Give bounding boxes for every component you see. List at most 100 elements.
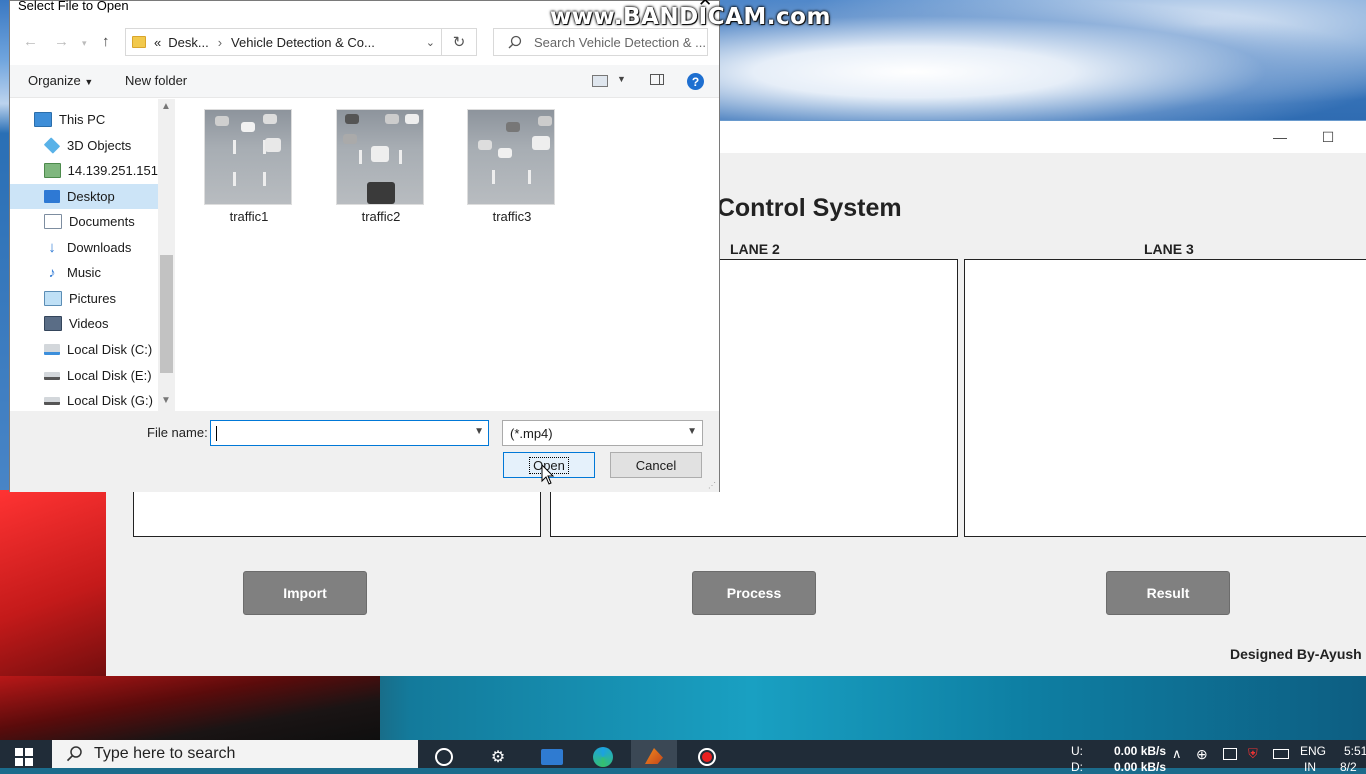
scroll-down-icon[interactable]: ▼	[161, 395, 171, 406]
search-input[interactable]: Search Vehicle Detection & ...	[493, 28, 708, 56]
text-caret	[216, 426, 217, 441]
nav-videos[interactable]: Videos	[10, 311, 158, 336]
chevron-up-icon[interactable]: ∧	[1172, 746, 1182, 762]
chevron-down-icon[interactable]: ⌄	[426, 36, 435, 49]
device-icon[interactable]	[1223, 748, 1237, 760]
nav-music[interactable]: ♪ Music	[10, 260, 158, 285]
file-item[interactable]: traffic1	[204, 109, 294, 224]
nav-desktop[interactable]: Desktop	[10, 184, 158, 209]
minimize-icon: —	[1273, 129, 1287, 145]
maximize-icon: ☐	[1321, 128, 1335, 145]
help-icon[interactable]: ?	[687, 73, 704, 90]
search-placeholder: Search Vehicle Detection & ...	[534, 34, 706, 50]
taskbar-search-placeholder: Type here to search	[94, 745, 236, 762]
language-region: IN	[1304, 760, 1316, 774]
dialog-toolbar: Organize ▼ New folder ▼ ?	[10, 65, 719, 98]
nav-scrollbar-thumb[interactable]	[160, 255, 173, 373]
taskbar: Type here to search ⚙ U: D: 0.00 kB/s 0.…	[0, 740, 1366, 774]
chevron-down-icon: ▼	[687, 426, 697, 437]
record-icon[interactable]	[696, 746, 718, 768]
windows-start-icon[interactable]	[14, 747, 34, 767]
security-icon[interactable]: ⛨	[1248, 746, 1258, 762]
scroll-up-icon[interactable]: ▲	[161, 101, 171, 112]
view-options-icon[interactable]	[592, 75, 608, 87]
wallpaper-car-bottom	[0, 676, 380, 740]
preview-pane-icon[interactable]	[650, 74, 664, 85]
video-thumbnail	[467, 109, 555, 205]
file-item[interactable]: traffic3	[467, 109, 557, 224]
nav-downloads[interactable]: ↓ Downloads	[10, 235, 158, 260]
app-title: c Control System	[696, 194, 902, 222]
nav-3d-objects[interactable]: 3D Objects	[10, 133, 158, 158]
lane-3-label: LANE 3	[1144, 241, 1194, 257]
computer-icon	[34, 112, 52, 127]
result-button[interactable]: Result	[1106, 571, 1230, 615]
clock-date: 8/2	[1340, 760, 1357, 774]
file-name-label: File name:	[147, 425, 208, 440]
file-item[interactable]: traffic2	[336, 109, 426, 224]
nav-local-disk-c[interactable]: Local Disk (C:)	[10, 337, 158, 362]
refresh-button[interactable]: ↻	[442, 28, 477, 56]
language-indicator[interactable]: ENG	[1300, 744, 1326, 758]
dialog-title: Select File to Open	[18, 0, 129, 13]
drive-icon	[44, 344, 60, 355]
minimize-button[interactable]: —	[1257, 121, 1303, 153]
net-upload-speed: 0.00 kB/s	[1114, 744, 1167, 758]
nav-this-pc[interactable]: This PC	[10, 107, 158, 132]
globe-icon[interactable]: ⊕	[1196, 746, 1208, 763]
file-type-select[interactable]: (*.mp4) ▼	[502, 420, 703, 446]
refresh-icon: ↻	[452, 34, 466, 51]
breadcrumb-current[interactable]: Vehicle Detection & Co...	[231, 35, 375, 50]
drive-icon	[44, 371, 60, 380]
net-download-label: D:	[1071, 760, 1083, 774]
new-folder-button[interactable]: New folder	[125, 73, 187, 88]
mail-icon[interactable]	[539, 746, 565, 768]
file-open-dialog: Select File to Open ✕ ← → ▾ ↑ « Desk... …	[9, 0, 720, 492]
cancel-button[interactable]: Cancel	[610, 452, 702, 478]
lane-3-panel	[964, 259, 1366, 537]
music-icon: ♪	[48, 264, 56, 280]
lane-2-label: LANE 2	[730, 241, 780, 257]
videos-icon	[44, 316, 62, 331]
file-name-field[interactable]: ▼	[210, 420, 489, 446]
up-icon[interactable]: ↑	[102, 33, 110, 50]
organize-button[interactable]: Organize ▼	[28, 73, 93, 88]
clock-time[interactable]: 5:51	[1344, 744, 1366, 758]
search-icon	[508, 35, 522, 49]
process-button[interactable]: Process	[692, 571, 816, 615]
download-icon: ↓	[48, 239, 56, 256]
chevron-right-icon: ›	[217, 34, 223, 50]
resize-grip-icon[interactable]: ⋰	[708, 481, 716, 490]
cube-icon	[43, 137, 61, 154]
edge-browser-icon[interactable]	[592, 746, 614, 768]
nav-local-disk-e[interactable]: Local Disk (E:)	[10, 363, 158, 388]
maximize-button[interactable]: ☐	[1305, 121, 1351, 153]
forward-icon[interactable]: →	[54, 33, 69, 50]
search-icon	[66, 746, 82, 762]
import-button[interactable]: Import	[243, 571, 367, 615]
settings-gear-icon[interactable]: ⚙	[487, 746, 509, 768]
network-drive-icon	[44, 163, 61, 178]
address-bar[interactable]: « Desk... › Vehicle Detection & Co... ⌄	[125, 28, 442, 56]
taskbar-search-box[interactable]: Type here to search	[52, 740, 418, 768]
file-name: traffic1	[229, 209, 269, 224]
breadcrumb-prefix[interactable]: «	[154, 35, 161, 50]
matlab-taskbar-button[interactable]	[631, 740, 677, 768]
nav-pictures[interactable]: Pictures	[10, 286, 158, 311]
file-name: traffic2	[361, 209, 401, 224]
dialog-footer: File name: ▼ (*.mp4) ▼ Open Cancel ⋰	[10, 411, 719, 492]
back-icon[interactable]: ←	[23, 33, 38, 50]
cortana-icon[interactable]	[433, 746, 455, 768]
chevron-down-icon[interactable]: ▼	[474, 426, 484, 437]
battery-icon[interactable]	[1273, 749, 1289, 759]
recent-locations-icon[interactable]: ▾	[82, 38, 87, 49]
folder-icon	[132, 36, 146, 48]
nav-documents[interactable]: Documents	[10, 209, 158, 234]
file-type-value: (*.mp4)	[510, 425, 553, 441]
nav-local-disk-g[interactable]: Local Disk (G:)	[10, 388, 158, 413]
desktop-icon	[44, 190, 60, 203]
breadcrumb-desktop[interactable]: Desk...	[168, 35, 208, 50]
nav-network-drive[interactable]: 14.139.251.151	[10, 158, 158, 183]
net-download-speed: 0.00 kB/s	[1114, 760, 1167, 774]
view-dropdown-icon[interactable]: ▼	[617, 74, 626, 84]
